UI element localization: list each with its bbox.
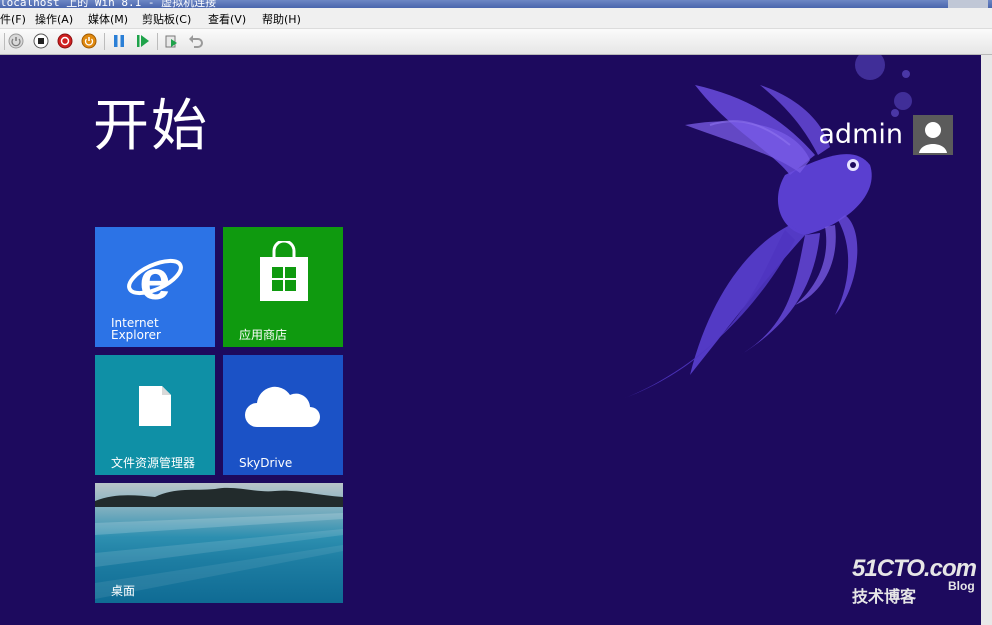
document-icon — [139, 386, 171, 426]
fish-illustration-icon — [620, 55, 912, 400]
toolbar-separator — [157, 33, 158, 50]
tile-label-line2: Explorer — [111, 328, 161, 342]
checkpoint-icon[interactable] — [164, 33, 180, 49]
toolbar-separator — [4, 33, 5, 50]
window-controls[interactable] — [948, 0, 988, 8]
watermark-blog: Blog — [948, 579, 975, 593]
tile-label: 应用商店 — [239, 328, 288, 342]
watermark: 51CTO.com 技术博客 Blog — [852, 555, 977, 606]
avatar[interactable] — [913, 115, 953, 155]
svg-text:e: e — [139, 248, 170, 307]
start-screen: 开始 admin e Internet Explorer 应用商店 文件资源管理… — [0, 55, 981, 625]
cloud-icon — [245, 386, 320, 427]
tile-file-explorer[interactable]: 文件资源管理器 — [95, 355, 215, 475]
menu-bar: 件(F) 操作(A) 媒体(M) 剪贴板(C) 查看(V) 帮助(H) — [0, 8, 992, 29]
user-icon — [919, 122, 947, 153]
internet-explorer-icon: e — [127, 248, 183, 307]
turn-off-icon[interactable] — [33, 33, 49, 49]
menu-clipboard[interactable]: 剪贴板(C) — [142, 11, 191, 27]
ctrl-alt-del-icon[interactable] — [8, 33, 24, 49]
toolbar-separator — [104, 33, 105, 50]
power-icon[interactable] — [81, 33, 97, 49]
store-bag-icon — [260, 241, 308, 301]
user-name[interactable]: admin — [818, 119, 903, 150]
tile-store[interactable]: 应用商店 — [223, 227, 343, 347]
tile-label: Internet Explorer — [111, 317, 161, 341]
tile-desktop[interactable]: 桌面 — [95, 483, 343, 603]
resume-icon[interactable] — [135, 33, 151, 49]
pause-icon[interactable] — [111, 33, 127, 49]
menu-file[interactable]: 件(F) — [0, 11, 26, 27]
toolbar — [0, 29, 992, 55]
menu-media[interactable]: 媒体(M) — [88, 11, 128, 27]
tile-label: 文件资源管理器 — [111, 456, 196, 470]
watermark-sub: 技术博客 — [852, 587, 917, 606]
tile-label: 桌面 — [111, 584, 136, 598]
shutdown-icon[interactable] — [57, 33, 73, 49]
page-title: 开始 — [93, 94, 209, 159]
vertical-scrollbar[interactable] — [981, 55, 992, 625]
window-title-bar: localhost 上的 Win 8.1 - 虚拟机连接 — [0, 0, 992, 8]
tile-skydrive[interactable]: SkyDrive — [223, 355, 343, 475]
watermark-sub-row: 技术博客 Blog — [852, 579, 976, 606]
window-title: localhost 上的 Win 8.1 - 虚拟机连接 — [0, 0, 217, 8]
tile-label: SkyDrive — [239, 456, 293, 470]
menu-view[interactable]: 查看(V) — [208, 11, 246, 27]
menu-help[interactable]: 帮助(H) — [262, 11, 301, 27]
tile-internet-explorer[interactable]: e Internet Explorer — [95, 227, 215, 347]
revert-icon[interactable] — [188, 33, 204, 49]
menu-action[interactable]: 操作(A) — [35, 11, 73, 27]
